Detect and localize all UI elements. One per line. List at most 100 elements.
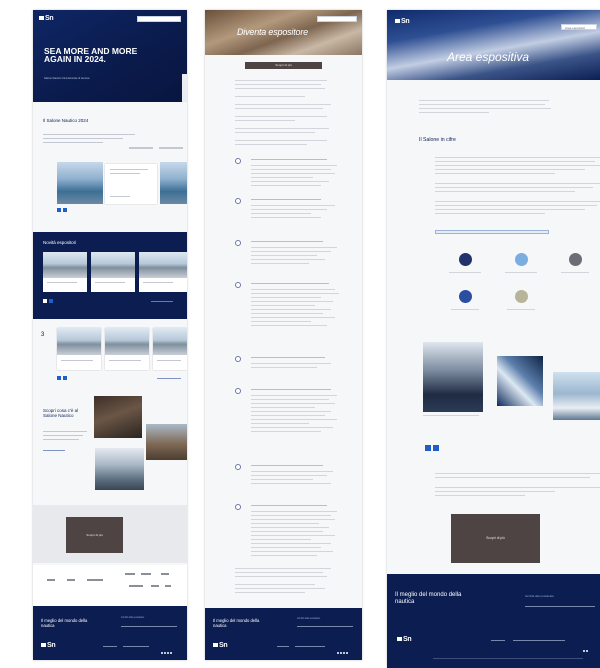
see-all-link[interactable] xyxy=(151,301,173,302)
text-line xyxy=(251,313,323,314)
text-line xyxy=(251,415,325,416)
text-line xyxy=(251,259,325,260)
pavilion-label xyxy=(507,309,535,310)
step-icon xyxy=(235,464,241,470)
text-line xyxy=(251,321,311,322)
more-link[interactable] xyxy=(43,450,65,451)
carousel-dots[interactable] xyxy=(57,376,67,380)
pavilion-icon[interactable] xyxy=(459,290,472,303)
exhibition-area-screenshot: Sn Area espositori Area espositiva Il Sa… xyxy=(387,10,600,668)
text-line xyxy=(235,572,323,573)
event-card[interactable] xyxy=(57,328,101,370)
footer-link[interactable] xyxy=(491,640,505,641)
cta-button[interactable]: Scopri di più xyxy=(451,514,540,563)
newsletter-input[interactable] xyxy=(121,626,177,627)
text-line xyxy=(419,108,551,109)
text-line xyxy=(43,134,135,135)
pavilion-icon[interactable] xyxy=(569,253,582,266)
logo-icon[interactable]: Sn xyxy=(41,642,56,649)
text-line xyxy=(435,191,575,192)
newsletter-input[interactable] xyxy=(297,626,353,627)
side-tab[interactable] xyxy=(182,74,187,102)
text-line xyxy=(235,84,321,85)
exhibitor-card[interactable] xyxy=(91,252,135,292)
footer-link[interactable] xyxy=(513,640,565,641)
gallery-image[interactable] xyxy=(497,356,543,406)
map-link[interactable] xyxy=(435,230,549,234)
carousel-dots[interactable] xyxy=(43,299,53,303)
logo-icon[interactable]: Sn xyxy=(397,636,412,643)
event-card[interactable] xyxy=(105,328,149,370)
exhibitors-band: Novità espositori xyxy=(33,232,187,319)
text-line xyxy=(235,576,327,577)
cta-button[interactable]: Scopri di più xyxy=(245,62,322,69)
footer-claim: Il meglio del mondo della nautica xyxy=(213,618,260,628)
text-line xyxy=(435,173,555,174)
text-line xyxy=(419,104,545,105)
logo-icon[interactable]: Sn xyxy=(395,18,410,25)
see-all-link[interactable] xyxy=(157,378,181,379)
social-icon[interactable] xyxy=(337,652,348,654)
text-line xyxy=(235,116,327,117)
exhibitor-card[interactable] xyxy=(139,252,187,292)
news-card[interactable] xyxy=(105,164,157,204)
site-footer: Il meglio del mondo della nautica Iscriv… xyxy=(387,574,600,668)
text-line xyxy=(251,551,333,552)
logo-icon[interactable]: Sn xyxy=(213,642,228,649)
text-line xyxy=(43,435,83,436)
search-input[interactable] xyxy=(137,16,181,22)
social-icon[interactable] xyxy=(583,650,588,652)
footer-link[interactable] xyxy=(277,646,289,647)
section-title: Il Salone Nautico 2024 xyxy=(43,118,89,123)
image-caption xyxy=(423,415,479,416)
filter-tab[interactable] xyxy=(159,147,183,149)
gallery-image[interactable] xyxy=(553,372,600,420)
newsletter-input[interactable] xyxy=(525,606,595,607)
footer-link[interactable] xyxy=(103,646,117,647)
text-line xyxy=(251,479,313,480)
text-line xyxy=(435,187,593,188)
pavilion-icon[interactable] xyxy=(515,290,528,303)
pavilion-icon[interactable] xyxy=(515,253,528,266)
text-line xyxy=(251,325,327,326)
logo-icon[interactable]: Sn xyxy=(39,15,54,22)
text-line xyxy=(251,165,337,166)
event-card[interactable] xyxy=(153,328,187,370)
text-line xyxy=(251,301,333,302)
text-line xyxy=(235,104,331,105)
gallery-image[interactable] xyxy=(94,396,142,438)
step-title xyxy=(251,283,329,284)
text-line xyxy=(251,217,321,218)
gallery-image[interactable] xyxy=(423,342,483,412)
step-icon xyxy=(235,240,241,246)
footer-link[interactable] xyxy=(295,646,325,647)
text-line xyxy=(235,588,325,589)
text-line xyxy=(251,185,321,186)
pavilion-label xyxy=(451,309,479,310)
text-line xyxy=(251,471,333,472)
news-image[interactable] xyxy=(160,162,187,204)
text-line xyxy=(251,363,331,364)
news-image[interactable] xyxy=(57,162,103,204)
exhibitor-area-button[interactable]: Area espositori xyxy=(561,24,597,30)
gallery-image[interactable] xyxy=(146,424,187,460)
search-input[interactable] xyxy=(317,16,357,22)
cta-button[interactable]: Scopri di più xyxy=(66,517,123,553)
social-icon[interactable] xyxy=(161,652,172,654)
step-icon xyxy=(235,388,241,394)
text-line xyxy=(251,293,339,294)
carousel-dots[interactable] xyxy=(425,445,439,451)
text-line xyxy=(251,169,331,170)
text-line xyxy=(251,423,309,424)
exhibitor-card[interactable] xyxy=(43,252,87,292)
carousel-dots[interactable] xyxy=(57,208,67,212)
gallery-image[interactable] xyxy=(95,448,144,490)
filter-tab[interactable] xyxy=(129,147,153,149)
pavilion-icon[interactable] xyxy=(459,253,472,266)
text-line xyxy=(251,483,331,484)
text-line xyxy=(251,395,337,396)
footer-link[interactable] xyxy=(123,646,149,647)
text-line xyxy=(251,411,331,412)
text-line xyxy=(235,88,325,89)
text-line xyxy=(251,367,317,368)
